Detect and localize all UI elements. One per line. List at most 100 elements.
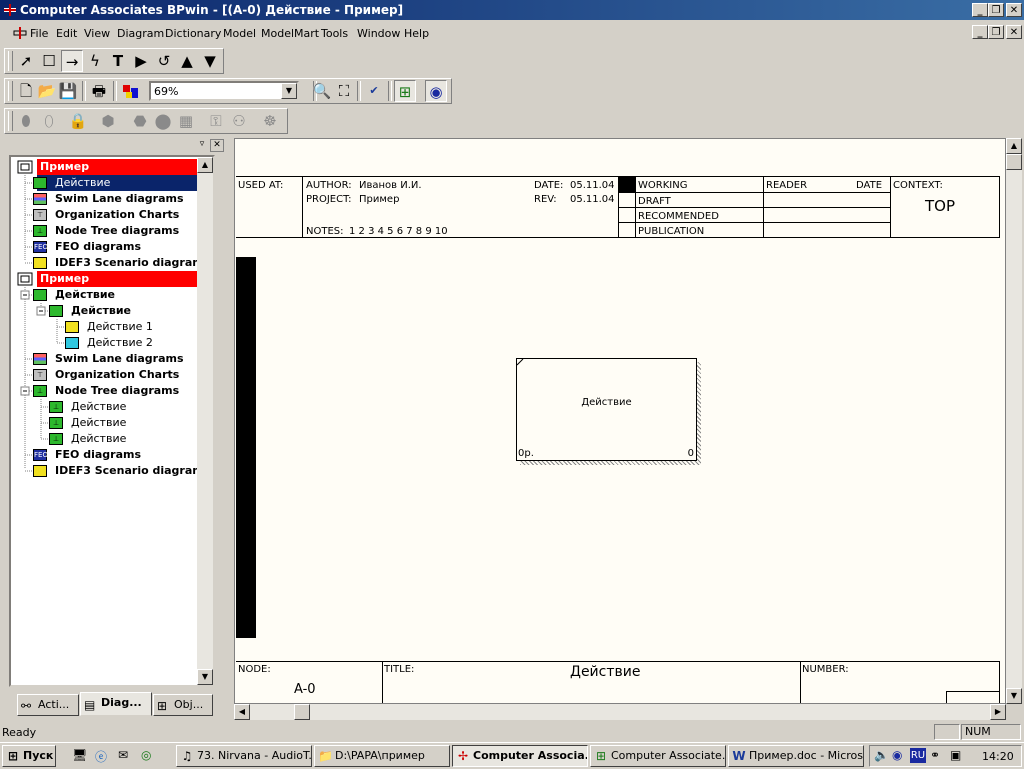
tray-network-icon[interactable]: ⚭ [930,748,940,762]
model-tree[interactable]: Пример Действие Swim Lane diagrams Organ… [9,155,215,687]
tree-item-activity-2[interactable]: Действие 2 [69,335,153,351]
diagram-canvas[interactable]: USED AT: AUTHOR: Иванов И.И. PROJECT: Пр… [234,138,1006,704]
zoom-in-icon[interactable]: 🔍 [311,80,333,102]
menu-help[interactable]: Help [404,27,429,40]
tree-item-node-tree-activity[interactable]: Действие [53,415,126,431]
tree-item-model[interactable]: Пример [37,159,202,175]
menu-modelmart[interactable]: ModelMart [261,27,319,40]
toolbar-grip[interactable] [8,111,13,131]
window-title-bar[interactable]: Computer Associates BPwin - [(A-0) Дейст… [0,0,1024,20]
tree-item-idef3-scenario[interactable]: IDEF3 Scenario diagrams [37,255,210,271]
mart-disconnect-icon[interactable]: ⬯ [38,110,60,132]
taskbar-button-word[interactable]: W Пример.doc - Micros... [728,745,864,767]
mart-users-icon[interactable]: ⚇ [228,110,250,132]
mart-save-icon[interactable]: ⬤ [152,110,174,132]
tree-item-feo[interactable]: FEO diagrams [37,239,141,255]
tree-item-activity-child[interactable]: Действие [53,303,131,319]
scroll-up-icon[interactable]: ▲ [1006,138,1022,154]
print-icon[interactable]: 🖶 [88,80,110,102]
tree-item-model[interactable]: Пример [37,271,202,287]
vertical-scroll-thumb[interactable] [1006,154,1022,170]
save-icon[interactable]: 💾 [57,80,79,102]
menu-dictionary[interactable]: Dictionary [165,27,221,40]
go-to-sibling-icon[interactable]: ↺ [153,50,175,72]
menu-window[interactable]: Window [357,27,400,40]
mart-manager-icon[interactable]: ☸ [259,110,281,132]
mdi-close-button[interactable]: ✕ [1006,25,1022,39]
lock-icon[interactable]: 🔒 [67,110,89,132]
mart-security-icon[interactable]: ⚿ [205,110,227,132]
toolbar-grip[interactable] [8,81,13,101]
canvas-vertical-scrollbar[interactable]: ▲ ▼ [1006,138,1022,704]
tab-objects[interactable]: ⊞ Obj... [153,694,213,716]
taskbar-button-bpwin-active[interactable]: ✢ Computer Associa... [452,745,588,767]
mdi-restore-button[interactable]: ❐ [988,25,1004,39]
new-file-icon[interactable]: 🗋 [15,80,37,102]
tree-item-node-tree-activity[interactable]: Действие [53,399,126,415]
zoom-select[interactable]: 69% ▼ [149,81,299,101]
taskbar-button-audio[interactable]: ♫ 73. Nirvana - AudioT... [176,745,312,767]
tray-display-icon[interactable]: ▣ [950,748,961,762]
menu-tools[interactable]: Tools [321,27,348,40]
show-desktop-icon[interactable]: 🖥 [72,748,88,764]
tray-app-icon[interactable]: ◉ [892,748,902,762]
modelmart-icon[interactable]: ◉ [425,80,447,102]
open-folder-icon[interactable]: 📂 [36,80,58,102]
mart-library-icon[interactable]: ▦ [175,110,197,132]
activity-box[interactable]: Действие 0р. 0 [516,358,697,461]
tree-item-node-tree[interactable]: Node Tree diagrams [37,383,179,399]
scroll-up-icon[interactable]: ▲ [197,157,213,173]
tree-item-activity-selected[interactable]: Действие [37,175,213,191]
tab-activities[interactable]: ⚯ Acti... [17,694,79,716]
tree-item-swim-lane[interactable]: Swim Lane diagrams [37,191,184,207]
menu-view[interactable]: View [84,27,110,40]
go-to-parent-icon[interactable]: ▲ [176,50,198,72]
mart-connect-icon[interactable]: ⬮ [15,110,37,132]
volume-icon[interactable]: 🔈 [874,748,889,762]
minimize-button[interactable]: _ [972,3,988,17]
go-to-child-icon[interactable]: ▶ [130,50,152,72]
menu-file[interactable]: File [30,27,48,40]
start-button[interactable]: ⊞ Пуск [2,745,56,767]
go-down-icon[interactable]: ▼ [199,50,221,72]
panel-dock-icon[interactable]: ▿ [197,139,207,149]
close-button[interactable]: ✕ [1006,3,1022,17]
pointer-tool-icon[interactable]: ➚ [15,50,37,72]
menu-diagram[interactable]: Diagram [117,27,164,40]
tree-item-node-tree[interactable]: Node Tree diagrams [37,223,179,239]
document-icon[interactable] [12,26,28,40]
mart-open-icon[interactable]: ⬣ [129,110,151,132]
scroll-right-icon[interactable]: ▶ [990,704,1006,720]
restore-button[interactable]: ❐ [988,3,1004,17]
merge-icon[interactable]: ⬢ [97,110,119,132]
tab-diagrams[interactable]: ▤ Diag... [80,692,152,716]
tree-item-swim-lane[interactable]: Swim Lane diagrams [37,351,184,367]
tree-item-activity[interactable]: Действие [37,287,115,303]
scroll-left-icon[interactable]: ◀ [234,704,250,720]
mdi-minimize-button[interactable]: _ [972,25,988,39]
canvas-horizontal-scrollbar[interactable]: ◀ ▶ [234,704,1006,720]
tree-item-idef3-scenario[interactable]: IDEF3 Scenario diagrams [37,463,210,479]
tree-item-node-tree-activity[interactable]: Действие [53,431,126,447]
menu-model[interactable]: Model [223,27,256,40]
spell-check-icon[interactable]: ✔ [363,80,385,102]
tree-item-activity-1[interactable]: Действие 1 [69,319,153,335]
squiggle-tool-icon[interactable]: ϟ [84,50,106,72]
toolbar-grip[interactable] [8,51,13,71]
taskbar-button-folder[interactable]: 📁 D:\PAPA\пример [314,745,450,767]
zoom-fit-icon[interactable]: ⛶ [333,80,355,102]
quicklaunch-app-icon[interactable]: ◎ [141,748,157,764]
scroll-down-icon[interactable]: ▼ [1006,688,1022,704]
box-tool-icon[interactable]: ☐ [38,50,60,72]
chevron-down-icon[interactable]: ▼ [281,83,297,99]
horizontal-scroll-thumb[interactable] [294,704,310,720]
language-indicator[interactable]: RU [910,748,926,763]
internet-explorer-icon[interactable]: ⓔ [95,748,111,764]
scroll-down-icon[interactable]: ▼ [197,669,213,685]
tree-item-org-charts[interactable]: Organization Charts [37,207,179,223]
arrow-tool-icon[interactable]: → [61,50,83,72]
tree-item-org-charts[interactable]: Organization Charts [37,367,179,383]
tree-vertical-scrollbar[interactable]: ▲ ▼ [197,157,213,685]
model-explorer-icon[interactable]: ⊞ [394,80,416,102]
panel-close-icon[interactable]: ✕ [210,139,224,152]
